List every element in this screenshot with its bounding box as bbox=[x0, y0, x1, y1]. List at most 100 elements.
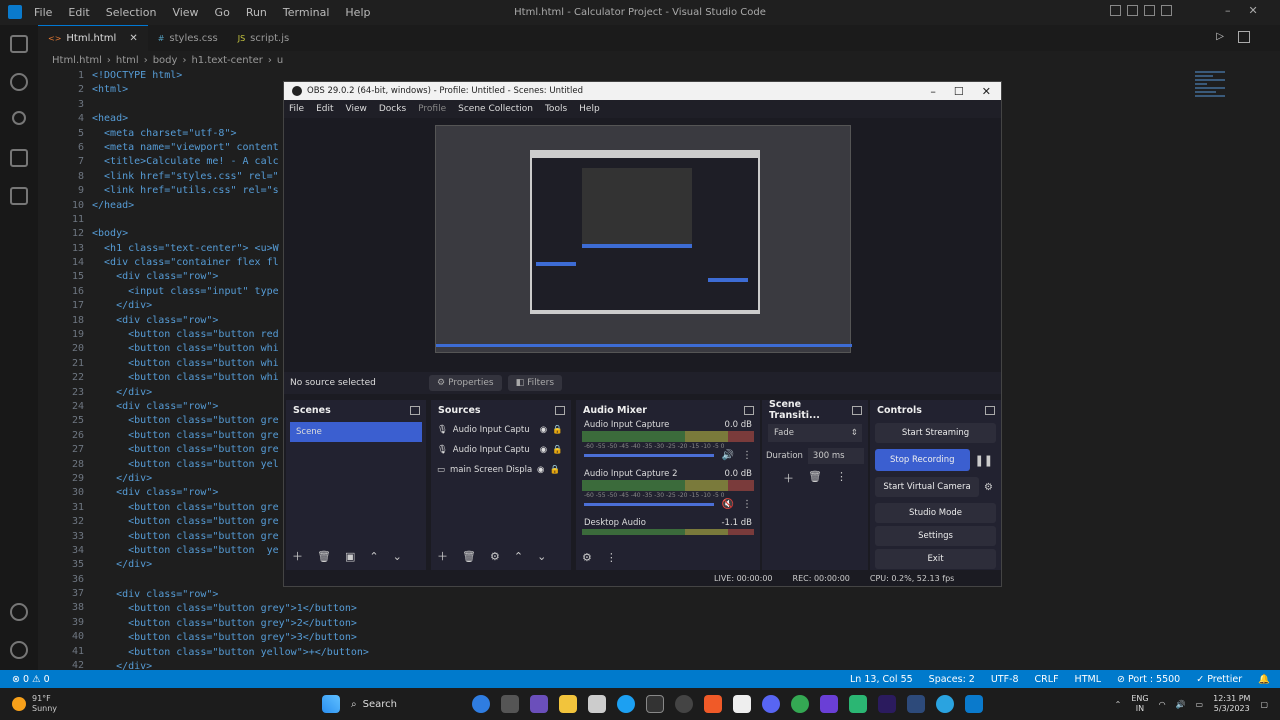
live-server-port[interactable]: ⊘ Port : 5500 bbox=[1117, 674, 1180, 685]
notifications-icon[interactable]: 🔔 bbox=[1258, 674, 1270, 685]
code-line[interactable]: <button class="button gre bbox=[92, 515, 292, 529]
breadcrumb-item[interactable]: html bbox=[116, 55, 139, 66]
account-icon[interactable] bbox=[10, 603, 28, 621]
vscode-taskbar-icon[interactable] bbox=[965, 695, 983, 713]
close-tab-icon[interactable]: ✕ bbox=[129, 33, 137, 44]
menu-terminal[interactable]: Terminal bbox=[275, 6, 338, 19]
split-editor-icon[interactable] bbox=[1238, 31, 1250, 43]
app-icon[interactable] bbox=[907, 695, 925, 713]
breadcrumb-item[interactable]: h1.text-center bbox=[191, 55, 262, 66]
pop-out-icon[interactable] bbox=[985, 405, 995, 415]
tab-styles[interactable]: # styles.css bbox=[148, 25, 228, 51]
tab-html[interactable]: <> Html.html ✕ bbox=[38, 25, 148, 51]
code-line[interactable]: <button class="button gre bbox=[92, 443, 292, 457]
run-icon[interactable]: ▷ bbox=[1216, 31, 1224, 51]
code-line[interactable]: </div> bbox=[92, 386, 292, 400]
battery-icon[interactable]: ▭ bbox=[1196, 700, 1204, 709]
mixer-settings-icon[interactable]: ⚙ bbox=[582, 551, 592, 564]
code-line[interactable]: <link href="utils.css" rel="s bbox=[92, 184, 292, 198]
obs-maximize-icon[interactable]: ☐ bbox=[954, 85, 964, 98]
chrome-icon[interactable] bbox=[791, 695, 809, 713]
duration-input[interactable]: 300 ms bbox=[807, 448, 864, 464]
line-endings[interactable]: CRLF bbox=[1035, 674, 1059, 685]
more-icon[interactable]: ⋮ bbox=[742, 499, 752, 510]
code-line[interactable]: </head> bbox=[92, 199, 292, 213]
brave-icon[interactable] bbox=[704, 695, 722, 713]
code-line[interactable] bbox=[92, 98, 292, 112]
pause-icon[interactable]: ❚❚ bbox=[975, 454, 993, 467]
chevron-up-icon[interactable]: ⌃ bbox=[1115, 700, 1122, 709]
code-line[interactable]: <button class="button gre bbox=[92, 429, 292, 443]
clock[interactable]: 12:31 PM 5/3/2023 bbox=[1213, 694, 1250, 714]
code-editor[interactable]: <!DOCTYPE html> <html> <head> <meta charse… bbox=[92, 69, 292, 670]
code-line[interactable]: <button class="button yellow">+</button> bbox=[92, 646, 492, 660]
pop-out-icon[interactable] bbox=[410, 405, 420, 415]
explorer-icon[interactable] bbox=[10, 35, 28, 53]
code-line[interactable]: <body> bbox=[92, 227, 292, 241]
layout-secondary-icon[interactable] bbox=[1144, 5, 1155, 16]
code-line[interactable]: <button class="button whi bbox=[92, 371, 292, 385]
code-line[interactable]: <meta charset="utf-8"> bbox=[92, 127, 292, 141]
code-line[interactable]: <h1 class="text-center"> <u>W bbox=[92, 242, 292, 256]
code-line[interactable]: <div class="container flex fl bbox=[92, 256, 292, 270]
code-line[interactable]: <!DOCTYPE html> bbox=[92, 69, 292, 83]
add-transition-icon[interactable]: ＋ bbox=[783, 470, 794, 486]
code-line[interactable]: <button class="button gre bbox=[92, 414, 292, 428]
code-line[interactable]: <button class="button whi bbox=[92, 342, 292, 356]
menu-help[interactable]: Help bbox=[337, 6, 378, 19]
search-icon[interactable] bbox=[10, 73, 28, 91]
prettier-status[interactable]: ✓ Prettier bbox=[1196, 674, 1242, 685]
source-control-icon[interactable] bbox=[12, 111, 26, 125]
cursor-position[interactable]: Ln 13, Col 55 bbox=[850, 674, 913, 685]
remove-transition-icon[interactable]: 🗑 bbox=[808, 470, 822, 486]
obs-menu-tools[interactable]: Tools bbox=[545, 104, 567, 114]
menu-edit[interactable]: Edit bbox=[60, 6, 97, 19]
weather-widget[interactable]: 91°F Sunny bbox=[0, 694, 300, 714]
source-item[interactable]: 🎙 Audio Input Captu ◉ 🔒 bbox=[431, 440, 571, 460]
volume-icon[interactable]: 🔊 bbox=[1176, 700, 1186, 709]
code-line[interactable]: <button class="button gre bbox=[92, 501, 292, 515]
pop-out-icon[interactable] bbox=[852, 405, 862, 415]
code-line[interactable]: <div class="row"> bbox=[92, 314, 292, 328]
pop-out-icon[interactable] bbox=[555, 405, 565, 415]
menu-go[interactable]: Go bbox=[207, 6, 238, 19]
code-line[interactable]: <button class="button grey">1</button> bbox=[92, 602, 492, 616]
settings-button[interactable]: Settings bbox=[875, 526, 996, 546]
menu-selection[interactable]: Selection bbox=[98, 6, 165, 19]
obs-preview[interactable] bbox=[435, 125, 852, 353]
code-line[interactable]: </div> bbox=[92, 299, 292, 313]
windows-start-icon[interactable] bbox=[322, 695, 340, 713]
volume-slider[interactable] bbox=[584, 503, 714, 506]
problems-indicator[interactable]: ⊗ 0 ⚠ 0 bbox=[0, 674, 50, 685]
code-line[interactable]: <div class="row"> bbox=[92, 270, 292, 284]
lock-icon[interactable]: 🔒 bbox=[552, 425, 563, 435]
code-line[interactable]: <div class="row"> bbox=[92, 486, 292, 500]
menu-file[interactable]: File bbox=[26, 6, 60, 19]
gear-icon[interactable] bbox=[10, 641, 28, 659]
code-line[interactable]: <button class="button ye bbox=[92, 544, 292, 558]
code-line[interactable] bbox=[92, 213, 292, 227]
obs-menu-profile[interactable]: Profile bbox=[418, 104, 446, 114]
language-indicator[interactable]: ENG IN bbox=[1131, 694, 1148, 714]
tab-script[interactable]: JS script.js bbox=[228, 25, 299, 51]
code-line[interactable]: <button class="button grey">3</button> bbox=[92, 631, 492, 645]
app-icon[interactable] bbox=[849, 695, 867, 713]
lock-icon[interactable]: 🔒 bbox=[549, 465, 560, 475]
obs-close-icon[interactable]: ✕ bbox=[982, 85, 991, 98]
code-line[interactable]: <button class="button gre bbox=[92, 530, 292, 544]
add-source-icon[interactable]: ＋ bbox=[437, 548, 448, 564]
discord-icon[interactable] bbox=[762, 695, 780, 713]
move-down-icon[interactable]: ⌄ bbox=[537, 550, 546, 563]
code-line[interactable]: <div class="row"> bbox=[92, 588, 492, 602]
close-window-icon[interactable]: ✕ bbox=[1249, 4, 1258, 17]
code-line[interactable]: </div> bbox=[92, 472, 292, 486]
stop-recording-button[interactable]: Stop Recording bbox=[875, 449, 970, 471]
eye-icon[interactable]: ◉ bbox=[540, 445, 547, 455]
run-debug-icon[interactable] bbox=[10, 149, 28, 167]
code-line[interactable]: <head> bbox=[92, 112, 292, 126]
move-up-icon[interactable]: ⌃ bbox=[369, 550, 378, 563]
code-line[interactable]: <link href="styles.css" rel=" bbox=[92, 170, 292, 184]
more-icon[interactable]: ⋮ bbox=[836, 470, 847, 486]
wifi-icon[interactable]: ◠ bbox=[1159, 700, 1166, 709]
obs-menu-help[interactable]: Help bbox=[579, 104, 600, 114]
